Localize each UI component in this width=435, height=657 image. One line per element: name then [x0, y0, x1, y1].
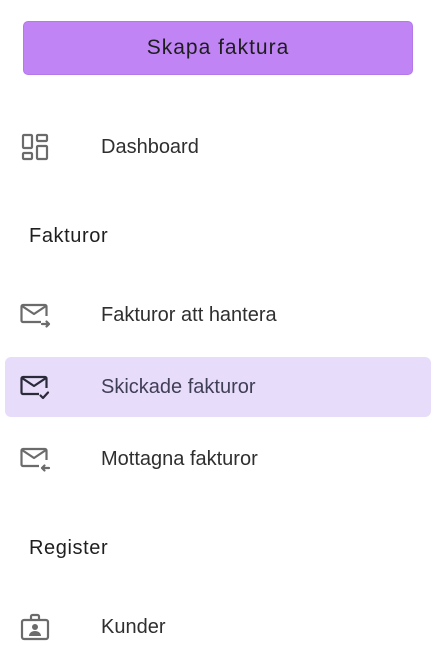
- create-invoice-button[interactable]: Skapa faktura: [23, 21, 413, 75]
- sidebar-item-mottagna-fakturor[interactable]: Mottagna fakturor: [5, 429, 431, 489]
- contact-badge-icon: [19, 611, 51, 643]
- sidebar-item-label: Skickade fakturor: [101, 375, 256, 398]
- sidebar-item-label: Kunder: [101, 615, 166, 638]
- dashboard-icon: [19, 131, 51, 163]
- sidebar-item-label: Fakturor att hantera: [101, 303, 277, 326]
- section-title-fakturor: Fakturor: [29, 225, 109, 247]
- sidebar-item-label: Mottagna fakturor: [101, 447, 258, 470]
- mail-incoming-icon: [19, 443, 51, 475]
- sidebar-item-kunder[interactable]: Kunder: [5, 597, 431, 657]
- sidebar-item-dashboard[interactable]: Dashboard: [5, 117, 431, 177]
- mail-check-icon: [19, 371, 51, 403]
- mail-outgoing-icon: [19, 299, 51, 331]
- sidebar-item-label: Dashboard: [101, 135, 199, 158]
- section-title-register: Register: [29, 537, 109, 559]
- sidebar-item-skickade-fakturor[interactable]: Skickade fakturor: [5, 357, 431, 417]
- sidebar: Skapa faktura Dashboard Fakturor Fakturo…: [0, 0, 435, 654]
- sidebar-item-fakturor-att-hantera[interactable]: Fakturor att hantera: [5, 285, 431, 345]
